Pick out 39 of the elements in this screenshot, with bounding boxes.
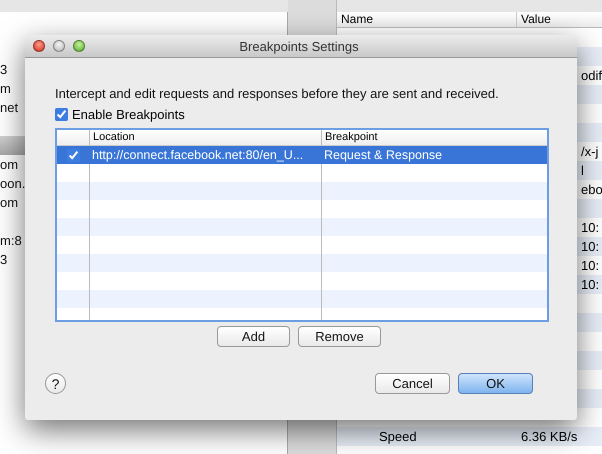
description-text: Intercept and edit requests and responses before they are sent and received. xyxy=(55,86,500,101)
list-row[interactable]: 3 xyxy=(0,60,25,79)
property-value: 10: xyxy=(581,220,600,235)
add-button[interactable]: Add xyxy=(217,326,290,347)
property-value: 10: xyxy=(581,239,600,254)
property-value: odif xyxy=(581,68,602,83)
list-row[interactable]: m xyxy=(0,79,25,98)
ok-button[interactable]: OK xyxy=(458,373,533,394)
list-row[interactable] xyxy=(0,136,25,155)
property-value: l xyxy=(581,163,584,178)
list-row[interactable]: om xyxy=(0,193,25,212)
remove-button[interactable]: Remove xyxy=(298,326,381,347)
zoom-button[interactable] xyxy=(73,40,85,52)
column-header[interactable]: Breakpoint xyxy=(321,130,547,145)
checkbox-label[interactable]: Enable Breakpoints xyxy=(72,107,185,122)
list-row[interactable]: m:8 xyxy=(0,231,25,250)
row-checkbox[interactable] xyxy=(66,148,80,162)
window-title: Breakpoints Settings xyxy=(238,38,360,54)
property-value: ebo xyxy=(581,182,602,197)
property-value: 10: xyxy=(581,277,600,292)
property-value: 10: xyxy=(581,258,600,273)
list-row[interactable]: net xyxy=(0,98,25,117)
column-header[interactable]: Location xyxy=(89,130,321,145)
help-button[interactable]: ? xyxy=(45,373,66,394)
list-row[interactable]: 3 xyxy=(0,250,25,269)
column-header[interactable]: Name xyxy=(337,12,517,27)
close-button[interactable] xyxy=(33,40,45,52)
location-text: http://connect.facebook.net:80/en_U... xyxy=(91,148,304,162)
enable-checkbox[interactable] xyxy=(55,108,68,121)
minimize-button[interactable] xyxy=(53,40,65,52)
property-value: 6.36 KB/s xyxy=(521,429,578,444)
column-header[interactable]: Value xyxy=(517,12,602,27)
property-value: /x-j xyxy=(581,144,598,159)
list-row[interactable]: oon. xyxy=(0,174,25,193)
cancel-button[interactable]: Cancel xyxy=(375,373,450,394)
property-name: Speed xyxy=(379,429,417,444)
list-row[interactable]: om xyxy=(0,155,25,174)
breakpoint-text: Request & Response xyxy=(323,148,442,162)
table-row[interactable]: http://connect.facebook.net:80/en_U... Request & Response xyxy=(57,146,547,164)
